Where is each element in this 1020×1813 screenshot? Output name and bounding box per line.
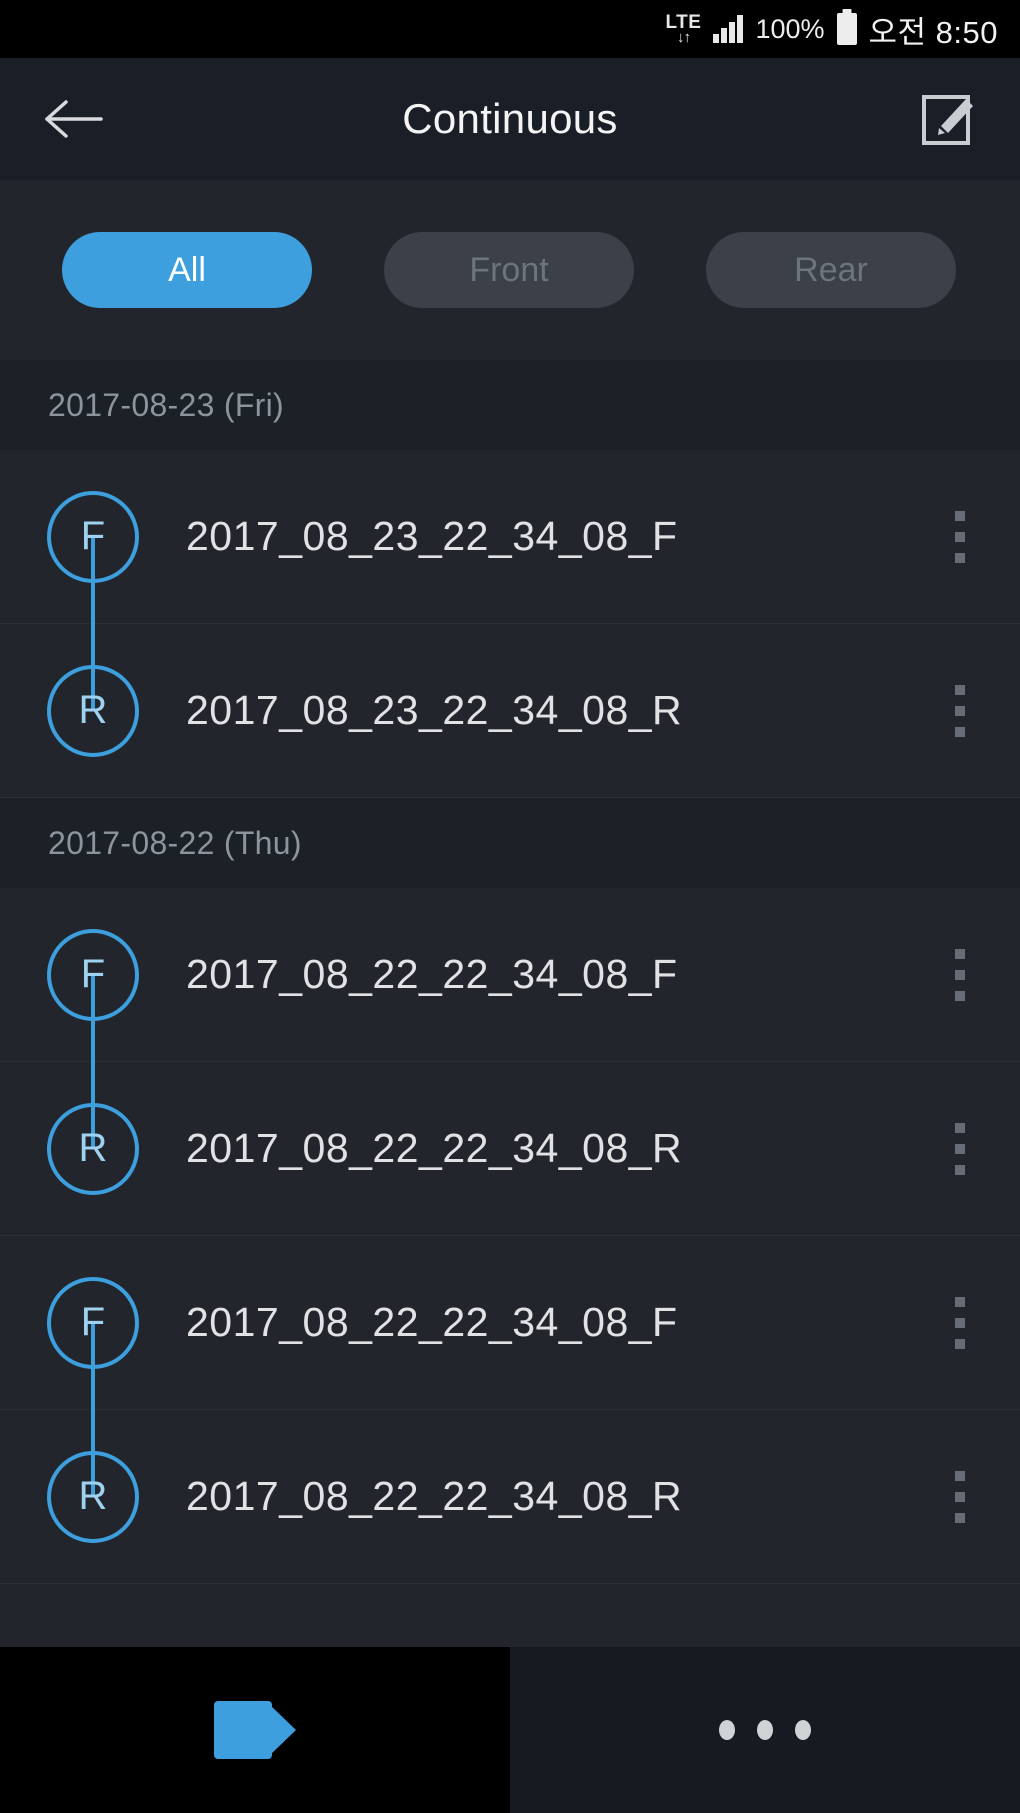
edit-button[interactable]: [914, 85, 982, 153]
recording-name: 2017_08_22_22_34_08_F: [186, 1299, 678, 1345]
more-options-button[interactable]: [510, 1647, 1020, 1813]
recording-name: 2017_08_23_22_34_08_F: [186, 513, 678, 559]
back-button[interactable]: [38, 84, 108, 154]
overflow-menu-button[interactable]: [900, 888, 1020, 1062]
camera-badge: F: [47, 490, 139, 583]
status-bar-clock: 오전 8:50: [868, 14, 998, 50]
app-root: LTE ↓↑ 100% 오전 8:50 Continuous All Front…: [0, 0, 1020, 1813]
status-bar: LTE ↓↑ 100% 오전 8:50: [0, 0, 1020, 58]
recording-name: 2017_08_22_22_34_08_R: [186, 1125, 683, 1171]
filter-pill-all[interactable]: All: [62, 232, 312, 308]
recording-name: 2017_08_22_22_34_08_R: [186, 1473, 683, 1519]
list-item[interactable]: R 2017_08_22_22_34_08_R: [0, 1322, 1020, 1584]
camera-badge: R: [47, 664, 139, 757]
video-camera-icon: [214, 1701, 296, 1759]
list-item[interactable]: R 2017_08_22_22_34_08_R: [0, 974, 1020, 1236]
overflow-menu-button[interactable]: [900, 1236, 1020, 1410]
camera-badge: R: [47, 1450, 139, 1543]
overflow-menu-button[interactable]: [900, 624, 1020, 798]
app-bar: Continuous: [0, 58, 1020, 180]
badge-cell: R: [0, 536, 186, 798]
battery-full-icon: [836, 13, 857, 45]
camera-badge: R: [47, 1102, 139, 1195]
list-item[interactable]: F 2017_08_23_22_34_08_F: [0, 450, 1020, 711]
overflow-menu-button[interactable]: [900, 1062, 1020, 1236]
filter-pill-front[interactable]: Front: [384, 232, 634, 308]
filter-pill-group: All Front Rear: [0, 180, 1020, 360]
camera-badge: F: [47, 1276, 139, 1369]
recording-name: 2017_08_23_22_34_08_R: [186, 687, 683, 733]
back-arrow-icon: [45, 100, 103, 138]
edit-icon: [922, 95, 973, 145]
filter-pill-rear[interactable]: Rear: [706, 232, 956, 308]
network-type-indicator: LTE ↓↑: [665, 13, 701, 45]
date-group-header: 2017-08-23 (Fri): [0, 360, 1020, 450]
signal-bars-icon: [713, 15, 744, 43]
recording-list[interactable]: 2017-08-23 (Fri) F 2017_08_23_22_34_08_F…: [0, 360, 1020, 1647]
recording-name: 2017_08_22_22_34_08_F: [186, 951, 678, 997]
record-button[interactable]: [0, 1647, 510, 1813]
battery-percent-label: 100%: [755, 13, 825, 44]
list-item[interactable]: F 2017_08_22_22_34_08_F: [0, 888, 1020, 1149]
list-item[interactable]: R 2017_08_23_22_34_08_R: [0, 536, 1020, 798]
date-group-header: 2017-08-22 (Thu): [0, 798, 1020, 888]
list-item[interactable]: F 2017_08_22_22_34_08_F: [0, 1236, 1020, 1497]
overflow-menu-button[interactable]: [900, 1410, 1020, 1584]
page-title: Continuous: [402, 95, 618, 142]
badge-cell: R: [0, 1322, 186, 1584]
overflow-menu-button[interactable]: [900, 450, 1020, 624]
bottom-navigation-bar: [0, 1647, 1020, 1813]
camera-badge: F: [47, 928, 139, 1021]
data-transfer-arrows-icon: ↓↑: [676, 29, 691, 46]
badge-cell: R: [0, 974, 186, 1236]
more-horizontal-icon: [719, 1720, 811, 1740]
